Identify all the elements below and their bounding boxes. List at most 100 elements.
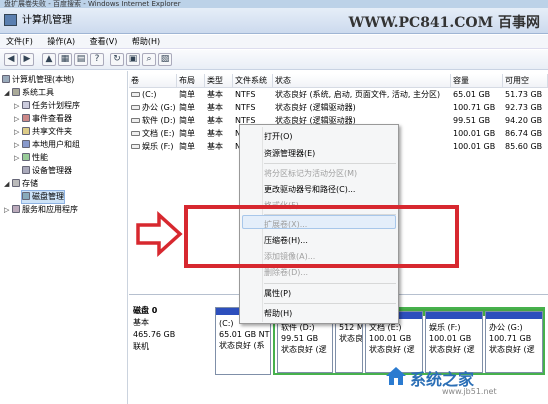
volume-type: 基本 — [207, 116, 223, 125]
expand-icon[interactable]: ▷ — [14, 139, 22, 151]
computer-icon — [2, 75, 10, 83]
volume-type: 基本 — [207, 142, 223, 151]
expand-icon[interactable]: ▷ — [14, 126, 22, 138]
column-header-filesystem[interactable]: 文件系统 — [233, 74, 273, 88]
tree-item-device-manager[interactable]: 设备管理器 — [22, 165, 72, 177]
tree-item-local-users[interactable]: ▷ 本地用户和组 — [14, 139, 80, 151]
collapse-icon[interactable]: ◢ — [4, 87, 12, 99]
tree-item-shared-folders[interactable]: ▷ 共享文件夹 — [14, 126, 72, 138]
menu-item-properties[interactable]: 属性(P) — [264, 287, 291, 300]
volume-name: 文档 (E:) — [129, 128, 177, 140]
volume-free: 85.60 GB — [505, 142, 543, 151]
volume-layout: 简单 — [179, 103, 195, 112]
disk-info[interactable]: 磁盘 0 基本 465.76 GB 联机 — [133, 305, 211, 375]
highlight-box — [184, 205, 459, 268]
volume-free: 51.73 GB — [505, 90, 543, 99]
tree-item-storage[interactable]: ◢ 存储 — [4, 178, 38, 190]
disk-type: 基本 — [133, 318, 149, 327]
tree-item-performance[interactable]: ▷ 性能 — [14, 152, 48, 164]
disk-name: 磁盘 0 — [133, 306, 158, 315]
volume-icon — [131, 105, 140, 110]
storage-icon — [12, 179, 20, 187]
export-list-icon[interactable]: ▣ — [126, 53, 140, 66]
tree-item-computer-management[interactable]: 计算机管理(本地) — [2, 74, 74, 86]
expand-icon[interactable]: ▷ — [14, 113, 22, 125]
volume-name: (C:) — [129, 89, 177, 101]
disk-management-icon — [22, 192, 30, 200]
tree-item-event-viewer[interactable]: ▷ 事件查看器 — [14, 113, 72, 125]
menu-view[interactable]: 查看(V) — [84, 35, 124, 49]
expand-icon[interactable]: ▷ — [14, 100, 22, 112]
console-tree-icon[interactable]: ▦ — [58, 53, 72, 66]
volume-capacity: 100.01 GB — [453, 129, 496, 138]
volume-capacity: 65.01 GB — [453, 90, 491, 99]
menu-action[interactable]: 操作(A) — [41, 35, 81, 49]
volume-free: 86.74 GB — [505, 129, 543, 138]
tree-item-disk-management[interactable]: 磁盘管理 — [21, 190, 65, 204]
disk-size: 465.76 GB — [133, 330, 176, 339]
column-header-free[interactable]: 可用空 — [503, 74, 548, 88]
partition-band — [426, 312, 482, 319]
expand-icon[interactable]: ▷ — [14, 152, 22, 164]
tree-item-system-tools[interactable]: ◢ 系统工具 — [4, 87, 54, 99]
menu-bar: 文件(F) 操作(A) 查看(V) 帮助(H) — [0, 35, 548, 49]
settings-icon[interactable]: ▧ — [158, 53, 172, 66]
volume-name: 软件 (D:) — [129, 115, 177, 127]
help-icon[interactable]: ? — [90, 53, 104, 66]
performance-icon — [22, 153, 30, 161]
menu-separator — [264, 283, 396, 284]
volume-capacity: 100.71 GB — [453, 103, 496, 112]
watermark-url: www.jb51.net — [442, 387, 497, 396]
column-header-layout[interactable]: 布局 — [177, 74, 205, 88]
menu-separator — [264, 163, 396, 164]
volume-capacity: 100.01 GB — [453, 142, 496, 151]
forward-icon[interactable]: ▶ — [20, 53, 34, 66]
menu-separator — [264, 303, 396, 304]
volume-free: 92.73 GB — [505, 103, 543, 112]
back-icon[interactable]: ◀ — [4, 53, 18, 66]
refresh-icon[interactable]: ↻ — [110, 53, 124, 66]
menu-file[interactable]: 文件(F) — [0, 35, 39, 49]
menu-item-change-drive-letter[interactable]: 更改驱动器号和路径(C)... — [264, 183, 355, 196]
volume-icon — [131, 131, 140, 136]
volume-name: 娱乐 (F:) — [129, 141, 177, 153]
watermark-top: WWW.PC841.COM 百事网 — [348, 15, 540, 31]
volume-layout: 简单 — [179, 90, 195, 99]
volume-free: 94.20 GB — [505, 116, 543, 125]
up-folder-icon[interactable]: ▲ — [42, 53, 56, 66]
shared-folder-icon — [22, 127, 30, 135]
computer-management-icon — [4, 14, 17, 26]
menu-help[interactable]: 帮助(H) — [126, 35, 166, 49]
services-icon — [12, 205, 20, 213]
browser-title-strip: 盘扩展卷失败 - 百度搜索 - Windows Internet Explore… — [0, 0, 548, 8]
collapse-icon[interactable]: ◢ — [4, 178, 12, 190]
volume-icon — [131, 118, 140, 123]
column-header-type[interactable]: 类型 — [205, 74, 233, 88]
expand-icon[interactable]: ▷ — [4, 204, 12, 216]
menu-item-open[interactable]: 打开(O) — [264, 130, 293, 143]
search-icon[interactable]: ⌕ — [142, 53, 156, 66]
volume-name: 办公 (G:) — [129, 102, 177, 114]
volume-layout: 简单 — [179, 129, 195, 138]
menu-item-explore[interactable]: 资源管理器(E) — [264, 147, 315, 160]
volume-status: 状态良好 (系统, 启动, 页面文件, 活动, 主分区) — [275, 90, 441, 99]
tree-item-services-applications[interactable]: ▷ 服务和应用程序 — [4, 204, 78, 216]
volume-type: 基本 — [207, 103, 223, 112]
column-header-capacity[interactable]: 容量 — [451, 74, 503, 88]
menu-item-help[interactable]: 帮助(H) — [264, 307, 292, 320]
tools-icon — [12, 88, 20, 96]
watermark-bottom: 系统之家 www.jb51.net — [380, 360, 544, 400]
column-header-status[interactable]: 状态 — [273, 74, 451, 88]
volume-layout: 简单 — [179, 116, 195, 125]
event-viewer-icon — [22, 114, 30, 122]
volume-icon — [131, 144, 140, 149]
window-title: 计算机管理 — [22, 15, 72, 26]
console-tree: 计算机管理(本地) ◢ 系统工具 ▷ 任务计划程序 ▷ 事件查看器 ▷ 共享文件夹 ▷ 本… — [0, 71, 128, 404]
volume-type: 基本 — [207, 90, 223, 99]
volume-type: 基本 — [207, 129, 223, 138]
tree-item-task-scheduler[interactable]: ▷ 任务计划程序 — [14, 100, 80, 112]
properties-icon[interactable]: ▤ — [74, 53, 88, 66]
volume-fs: NTFS — [235, 103, 256, 112]
column-header-volume[interactable]: 卷 — [129, 74, 177, 88]
partition-band — [486, 312, 542, 319]
